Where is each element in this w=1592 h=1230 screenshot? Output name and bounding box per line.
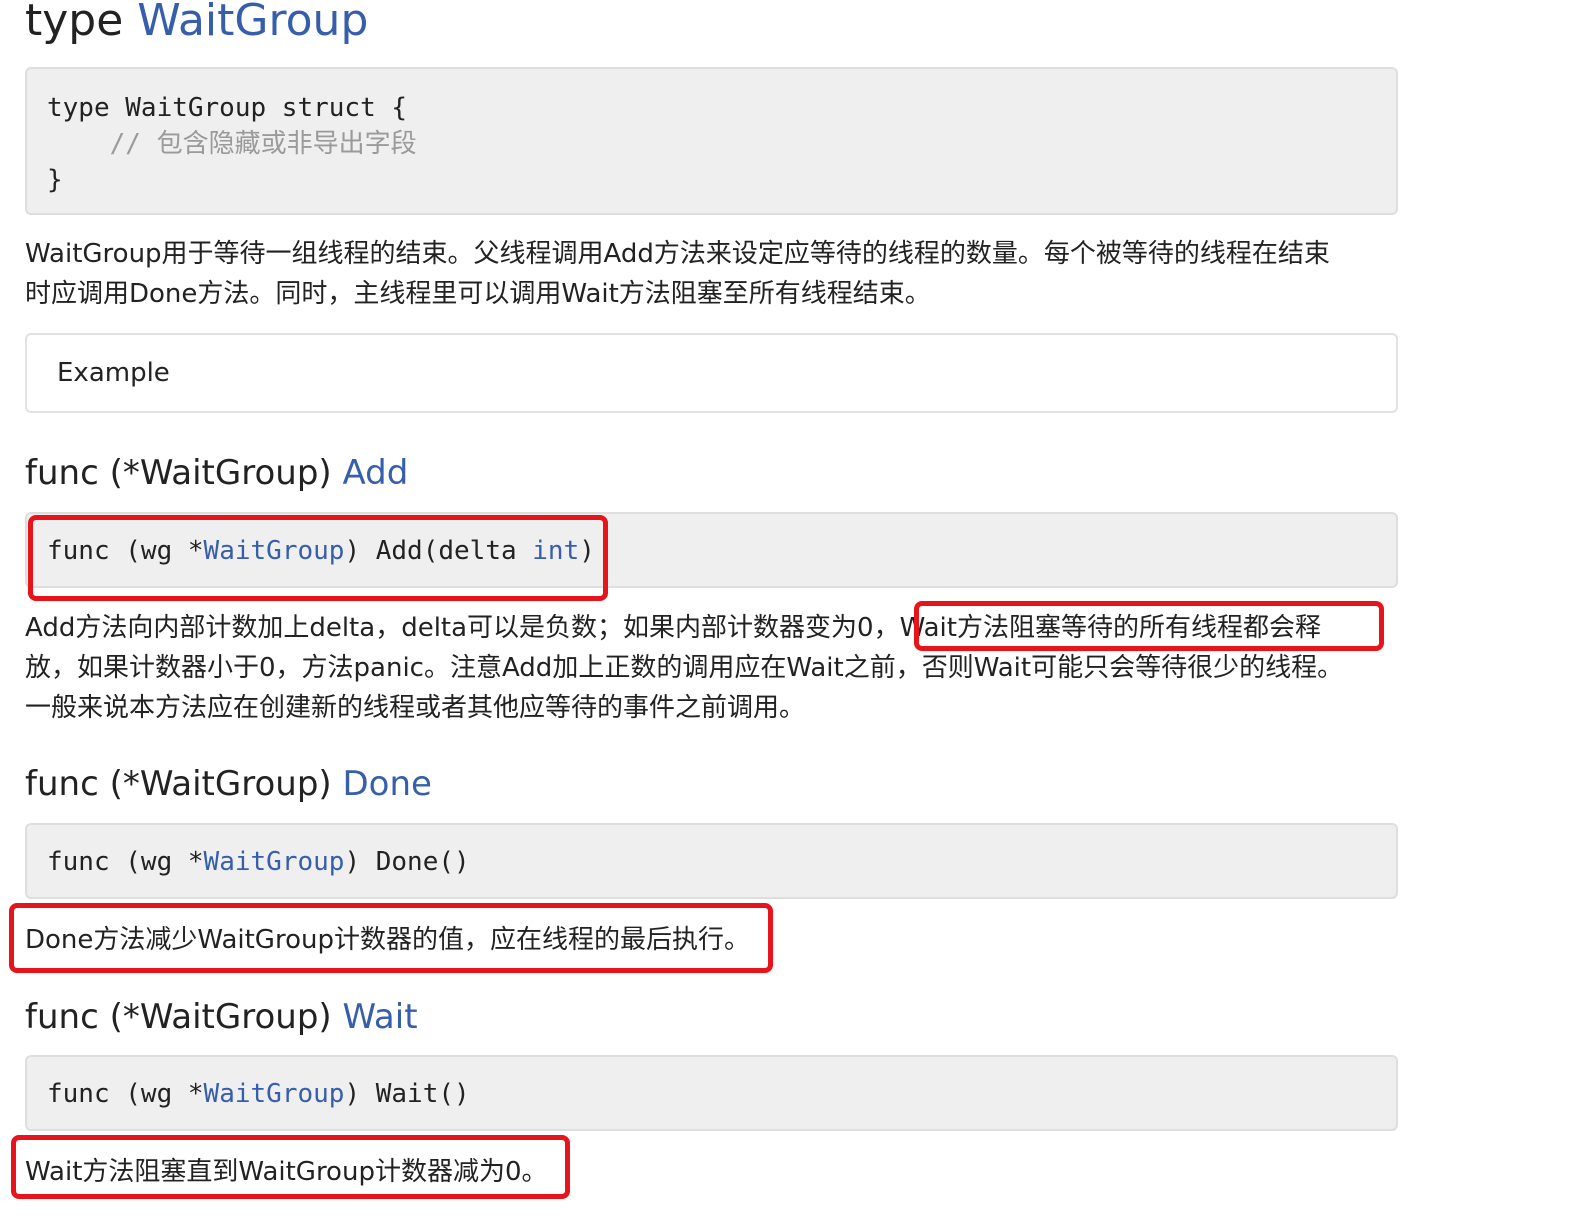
text-line: Wait方法阻塞直到WaitGroup计数器减为0。 <box>25 1157 548 1187</box>
done-heading-prefix: func (*WaitGroup) <box>25 764 343 804</box>
sig-text: ) Wait() <box>344 1079 470 1109</box>
text-line: Done方法减少WaitGroup计数器的值，应在线程的最后执行。 <box>25 925 750 955</box>
type-description: WaitGroup用于等待一组线程的结束。父线程调用Add方法来设定应等待的线程… <box>25 234 1405 314</box>
done-description: Done方法减少WaitGroup计数器的值，应在线程的最后执行。 <box>25 920 1405 960</box>
waitgroup-type-link[interactable]: WaitGroup <box>204 1079 345 1109</box>
waitgroup-type-link[interactable]: WaitGroup <box>204 536 345 566</box>
text-line: 放，如果计数器小于0，方法panic。注意Add加上正数的调用应在Wait之前，… <box>25 653 1344 683</box>
text-line: WaitGroup用于等待一组线程的结束。父线程调用Add方法来设定应等待的线程… <box>25 239 1330 269</box>
add-heading-prefix: func (*WaitGroup) <box>25 453 343 493</box>
text-line: 一般来说本方法应在创建新的线程或者其他应等待的事件之前调用。 <box>25 693 806 723</box>
add-heading: func (*WaitGroup) Add <box>25 453 408 493</box>
code-line: } <box>47 165 63 195</box>
int-type-link[interactable]: int <box>532 536 579 566</box>
text-line: Add方法向内部计数加上delta，delta可以是负数；如果内部计数器变为0，… <box>25 613 1321 643</box>
text-line: 时应调用Done方法。同时，主线程里可以调用Wait方法阻塞至所有线程结束。 <box>25 279 931 309</box>
done-signature-block: func (wg *WaitGroup) Done() <box>25 823 1398 899</box>
done-heading-link[interactable]: Done <box>342 764 431 804</box>
add-heading-link[interactable]: Add <box>342 453 408 493</box>
add-description: Add方法向内部计数加上delta，delta可以是负数；如果内部计数器变为0，… <box>25 608 1405 728</box>
wait-description: Wait方法阻塞直到WaitGroup计数器减为0。 <box>25 1152 1405 1192</box>
wait-heading-prefix: func (*WaitGroup) <box>25 997 343 1037</box>
sig-text: ) Add(delta <box>344 536 533 566</box>
sig-text: ) Done() <box>344 847 470 877</box>
type-heading: type WaitGroup <box>25 0 368 46</box>
add-signature-block: func (wg *WaitGroup) Add(delta int) <box>25 512 1398 588</box>
add-signature: func (wg *WaitGroup) Add(delta int) <box>47 534 595 568</box>
waitgroup-type-link[interactable]: WaitGroup <box>204 847 345 877</box>
wait-signature: func (wg *WaitGroup) Wait() <box>47 1077 470 1111</box>
sig-text: func (wg * <box>47 1079 204 1109</box>
example-toggle[interactable]: Example <box>25 333 1398 413</box>
type-heading-prefix: type <box>25 0 138 46</box>
type-code-block: type WaitGroup struct { // 包含隐藏或非导出字段 } <box>25 67 1398 215</box>
sig-text: func (wg * <box>47 847 204 877</box>
wait-signature-block: func (wg *WaitGroup) Wait() <box>25 1055 1398 1131</box>
wait-heading-link[interactable]: Wait <box>342 997 417 1037</box>
done-heading: func (*WaitGroup) Done <box>25 764 432 804</box>
code-line: type WaitGroup struct { <box>47 93 408 123</box>
sig-text: func (wg * <box>47 536 204 566</box>
code-comment: // 包含隐藏或非导出字段 <box>47 129 417 159</box>
done-signature: func (wg *WaitGroup) Done() <box>47 845 470 879</box>
example-label: Example <box>57 358 170 388</box>
wait-heading: func (*WaitGroup) Wait <box>25 997 418 1037</box>
sig-text: ) <box>579 536 595 566</box>
type-heading-link[interactable]: WaitGroup <box>137 0 368 46</box>
